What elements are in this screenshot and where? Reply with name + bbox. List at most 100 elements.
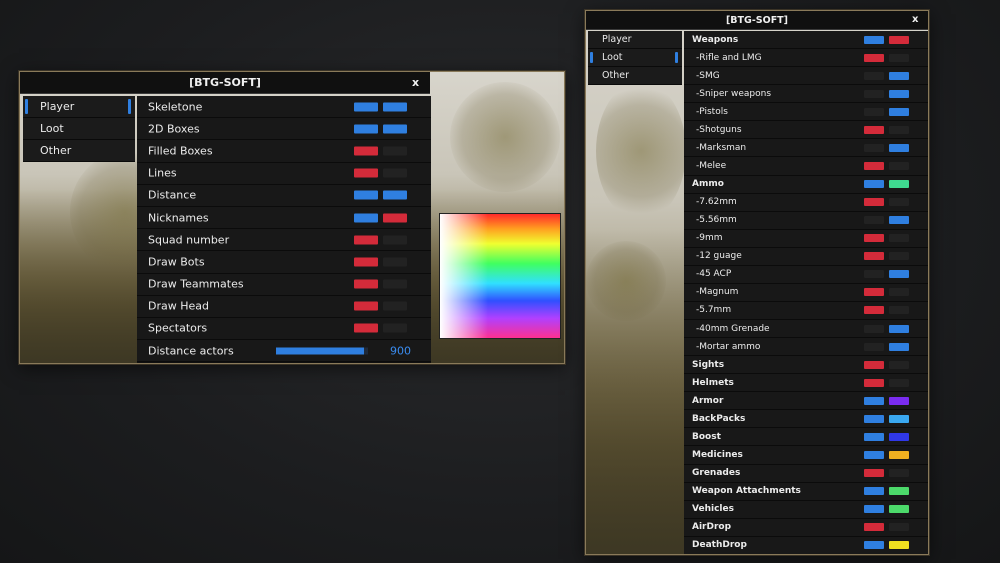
tab-other[interactable]: Other [23, 140, 135, 162]
color-swatch[interactable] [889, 53, 909, 62]
toggle-swatch[interactable] [354, 124, 378, 134]
toggle-swatch[interactable] [354, 301, 378, 311]
color-swatch[interactable] [383, 168, 407, 178]
toggle-swatch[interactable] [864, 161, 884, 170]
color-swatch[interactable] [889, 432, 909, 441]
toggle-swatch[interactable] [864, 89, 884, 98]
toggle-swatch[interactable] [864, 378, 884, 387]
toggle-swatch[interactable] [864, 125, 884, 134]
option-row-12-guage: -12 guage [684, 247, 928, 266]
color-picker[interactable] [439, 213, 561, 339]
toggle-swatch[interactable] [864, 288, 884, 297]
color-swatch[interactable] [889, 288, 909, 297]
color-swatch[interactable] [889, 89, 909, 98]
toggle-swatch[interactable] [354, 279, 378, 289]
tab-other[interactable]: Other [588, 67, 682, 85]
color-swatch[interactable] [889, 378, 909, 387]
color-swatch[interactable] [889, 342, 909, 351]
toggle-swatch[interactable] [354, 190, 378, 200]
toggle-swatch[interactable] [864, 505, 884, 514]
toggle-swatch[interactable] [354, 102, 378, 112]
toggle-swatch[interactable] [354, 146, 378, 156]
toggle-swatch[interactable] [354, 257, 378, 267]
toggle-swatch[interactable] [864, 198, 884, 207]
color-swatch[interactable] [889, 523, 909, 532]
toggle-swatch[interactable] [864, 324, 884, 333]
option-row-2d-boxes: 2D Boxes [137, 118, 431, 141]
toggle-swatch[interactable] [864, 360, 884, 369]
toggle-swatch[interactable] [864, 541, 884, 550]
color-swatch[interactable] [889, 487, 909, 496]
toggle-swatch[interactable] [864, 216, 884, 225]
color-swatch[interactable] [889, 324, 909, 333]
color-swatch[interactable] [889, 541, 909, 550]
window-title[interactable]: [BTG-SOFT] [20, 72, 430, 94]
tab-player[interactable]: Player [588, 31, 682, 49]
color-swatch[interactable] [889, 35, 909, 44]
color-swatch[interactable] [889, 360, 909, 369]
color-swatch[interactable] [889, 143, 909, 152]
color-swatch[interactable] [383, 190, 407, 200]
toggle-swatch[interactable] [864, 414, 884, 423]
tab-loot[interactable]: Loot [588, 49, 682, 67]
option-row-weapons: Weapons [684, 31, 928, 50]
color-swatch[interactable] [889, 107, 909, 116]
color-swatch[interactable] [889, 198, 909, 207]
color-swatch[interactable] [383, 257, 407, 267]
option-label: -9mm [696, 233, 723, 244]
toggle-swatch[interactable] [354, 213, 378, 223]
option-label: -7.62mm [696, 197, 737, 208]
color-swatch[interactable] [383, 124, 407, 134]
toggle-swatch[interactable] [864, 71, 884, 80]
color-swatch[interactable] [889, 469, 909, 478]
toggle-swatch[interactable] [354, 235, 378, 245]
color-swatch[interactable] [889, 414, 909, 423]
toggle-swatch[interactable] [864, 35, 884, 44]
distance-slider[interactable] [276, 347, 368, 355]
toggle-swatch[interactable] [864, 53, 884, 62]
toggle-swatch[interactable] [354, 323, 378, 333]
color-swatch[interactable] [383, 301, 407, 311]
color-swatch[interactable] [383, 213, 407, 223]
color-swatch[interactable] [889, 306, 909, 315]
toggle-swatch[interactable] [864, 143, 884, 152]
color-swatch[interactable] [889, 234, 909, 243]
color-swatch[interactable] [889, 125, 909, 134]
option-label: AirDrop [692, 522, 732, 533]
toggle-swatch[interactable] [354, 168, 378, 178]
color-swatch[interactable] [889, 505, 909, 514]
color-swatch[interactable] [383, 102, 407, 112]
option-label: Lines [148, 166, 177, 180]
color-swatch[interactable] [889, 396, 909, 405]
color-swatch[interactable] [889, 450, 909, 459]
color-swatch[interactable] [383, 323, 407, 333]
window-title[interactable]: [BTG-SOFT] [586, 11, 928, 30]
tab-loot[interactable]: Loot [23, 118, 135, 140]
color-swatch[interactable] [383, 279, 407, 289]
toggle-swatch[interactable] [864, 107, 884, 116]
color-swatch[interactable] [383, 146, 407, 156]
color-swatch[interactable] [889, 180, 909, 189]
color-swatch[interactable] [889, 270, 909, 279]
toggle-swatch[interactable] [864, 487, 884, 496]
color-swatch[interactable] [889, 252, 909, 261]
color-swatch[interactable] [889, 161, 909, 170]
color-swatch[interactable] [889, 71, 909, 80]
color-swatch[interactable] [889, 216, 909, 225]
toggle-swatch[interactable] [864, 523, 884, 532]
color-swatch[interactable] [383, 235, 407, 245]
toggle-swatch[interactable] [864, 270, 884, 279]
toggle-swatch[interactable] [864, 342, 884, 351]
toggle-swatch[interactable] [864, 252, 884, 261]
close-icon[interactable]: x [912, 14, 918, 25]
toggle-swatch[interactable] [864, 306, 884, 315]
toggle-swatch[interactable] [864, 432, 884, 441]
toggle-swatch[interactable] [864, 180, 884, 189]
close-icon[interactable]: x [412, 76, 419, 89]
toggle-swatch[interactable] [864, 469, 884, 478]
toggle-swatch[interactable] [864, 396, 884, 405]
toggle-swatch[interactable] [864, 450, 884, 459]
tab-player[interactable]: Player [23, 96, 135, 118]
toggle-swatch[interactable] [864, 234, 884, 243]
option-label: -Marksman [696, 142, 747, 153]
